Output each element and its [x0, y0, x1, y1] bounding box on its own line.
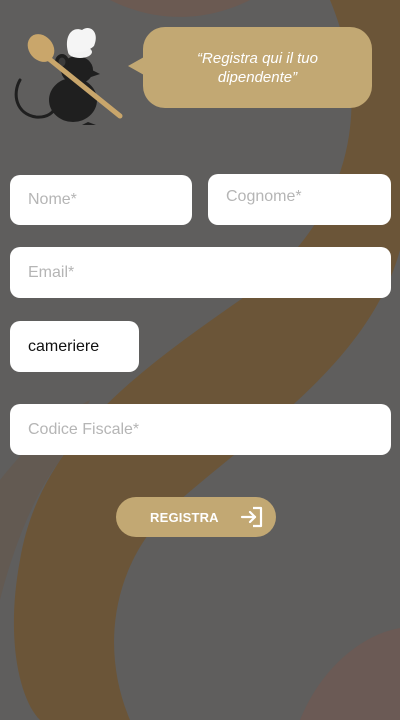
registra-button[interactable]: REGISTRA — [116, 497, 276, 537]
registra-button-label: REGISTRA — [150, 510, 219, 525]
ruolo-value: cameriere — [28, 337, 100, 355]
cognome-input[interactable] — [208, 174, 391, 225]
ruolo-select[interactable]: cameriere — [10, 321, 139, 372]
email-input[interactable] — [10, 247, 391, 298]
speech-bubble: “Registra qui il tuo dipendente” — [128, 27, 372, 108]
codice-fiscale-input[interactable] — [10, 404, 391, 455]
speech-bubble-text: “Registra qui il tuo dipendente” — [197, 49, 318, 86]
chef-rat-with-spoon-icon — [14, 27, 123, 125]
login-arrow-icon — [240, 506, 263, 528]
nome-input[interactable] — [10, 175, 192, 225]
